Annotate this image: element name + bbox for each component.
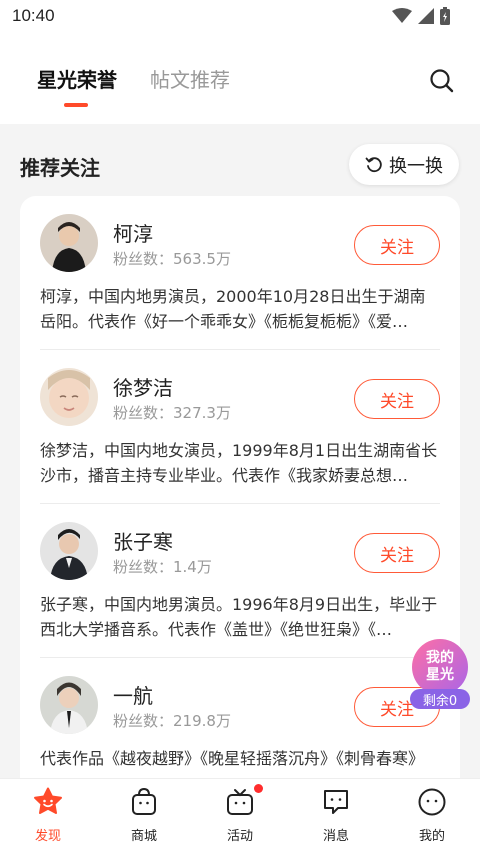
my-starlight-label: 我的星光 <box>412 639 468 695</box>
tab-profile[interactable]: 我的 <box>402 785 462 845</box>
tab-label: 商城 <box>130 829 157 844</box>
recommend-item[interactable]: 一航 粉丝数：219.8万 关注 代表作品《越夜越野》《晚星轻摇落沉舟》《刺骨春… <box>20 658 460 796</box>
fans-count: 粉丝数：219.8万 <box>113 712 231 730</box>
battery-icon <box>440 7 450 25</box>
recommend-item[interactable]: 柯淳 粉丝数：563.5万 关注 柯淳，中国内地男演员，2000年10月28日出… <box>20 196 460 350</box>
recommend-card: 柯淳 粉丝数：563.5万 关注 柯淳，中国内地男演员，2000年10月28日出… <box>20 196 460 796</box>
user-name: 一航 <box>113 684 153 708</box>
tab-label: 我的 <box>418 829 445 844</box>
user-name: 柯淳 <box>113 222 153 246</box>
avatar[interactable] <box>40 214 98 272</box>
recommend-item[interactable]: 徐梦洁 粉丝数：327.3万 关注 徐梦洁，中国内地女演员，1999年8月1日出… <box>20 350 460 504</box>
profile-face-icon <box>418 788 446 816</box>
refresh-label: 换一换 <box>389 155 443 177</box>
user-description: 张子寒，中国内地男演员。1996年8月9日出生，毕业于西北大学播音系。代表作《盖… <box>40 595 438 639</box>
refresh-icon <box>365 156 382 172</box>
fans-count: 粉丝数：327.3万 <box>113 404 231 422</box>
tab-shop[interactable]: 商城 <box>114 785 174 845</box>
signal-icon <box>418 8 434 24</box>
refresh-button[interactable]: 换一换 <box>349 144 459 185</box>
avatar[interactable] <box>40 522 98 580</box>
follow-button[interactable]: 关注 <box>354 379 440 419</box>
search-icon[interactable] <box>428 67 456 95</box>
tab-post-recommend[interactable]: 帖文推荐 <box>150 67 230 93</box>
user-name: 张子寒 <box>113 530 173 554</box>
tab-label: 活动 <box>226 829 253 844</box>
user-description: 柯淳，中国内地男演员，2000年10月28日出生于湖南岳阳。代表作《好一个乖乖女… <box>40 287 426 331</box>
status-time: 10:40 <box>12 6 55 25</box>
user-name: 徐梦洁 <box>113 376 173 400</box>
tab-label: 消息 <box>322 829 349 844</box>
fans-count: 粉丝数：1.4万 <box>113 558 212 576</box>
tab-star-honor[interactable]: 星光荣誉 <box>37 67 117 93</box>
wifi-icon <box>392 8 412 23</box>
message-icon <box>324 790 348 814</box>
tab-label: 发现 <box>34 829 61 844</box>
recommend-item[interactable]: 张子寒 粉丝数：1.4万 关注 张子寒，中国内地男演员。1996年8月9日出生，… <box>20 504 460 658</box>
status-bar: 10:40 <box>0 0 480 34</box>
user-description: 徐梦洁，中国内地女演员，1999年8月1日出生湖南省长沙市，播音主持专业毕业。代… <box>40 441 438 485</box>
fans-count: 粉丝数：563.5万 <box>113 250 231 268</box>
notification-dot <box>254 784 263 793</box>
tab-activity[interactable]: 活动 <box>210 784 270 845</box>
follow-button[interactable]: 关注 <box>354 533 440 573</box>
starlight-remaining-badge: 剩余0 <box>410 689 470 709</box>
status-icons <box>392 7 450 25</box>
tab-discover[interactable]: 发现 <box>18 785 78 845</box>
follow-button[interactable]: 关注 <box>354 225 440 265</box>
tab-messages[interactable]: 消息 <box>306 785 366 845</box>
avatar[interactable] <box>40 368 98 426</box>
shop-bag-icon <box>132 787 156 815</box>
bottom-tab-bar: 发现 商城 活动 消息 我的 <box>0 778 480 853</box>
activity-tv-icon <box>227 789 253 815</box>
active-tab-indicator <box>64 103 88 107</box>
avatar[interactable] <box>40 676 98 734</box>
my-starlight-float-button[interactable]: 我的星光 剩余0 <box>410 639 470 711</box>
section-title: 推荐关注 <box>20 156 100 180</box>
discover-icon <box>34 787 62 814</box>
recommend-section-header: 推荐关注 换一换 <box>0 124 480 194</box>
top-tab-header: 星光荣誉 帖文推荐 <box>0 34 480 124</box>
